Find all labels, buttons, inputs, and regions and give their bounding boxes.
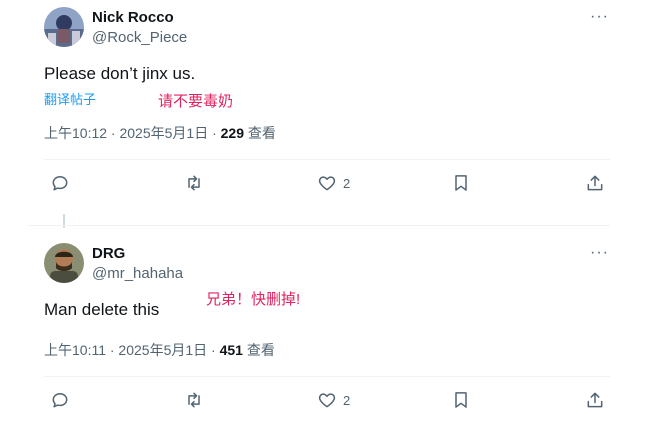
tweet-text: Man delete this xyxy=(44,300,160,319)
annotation-note: 兄弟！快删掉! xyxy=(206,291,301,308)
translate-link[interactable]: 翻译帖子 xyxy=(44,89,96,108)
bookmark-button[interactable] xyxy=(451,390,471,410)
retweet-icon xyxy=(188,392,200,408)
tweet-text: Please don’t jinx us. xyxy=(44,64,196,83)
author-name[interactable]: DRG xyxy=(92,245,125,262)
avatar[interactable] xyxy=(44,7,84,47)
tweet-meta: 上午10:11 · 2025年5月1日 · 451 查看 xyxy=(44,340,275,360)
author-handle[interactable]: @Rock_Piece xyxy=(92,29,187,46)
author-handle[interactable]: @mr_hahaha xyxy=(92,265,183,282)
author-name[interactable]: Nick Rocco xyxy=(92,9,174,26)
views-label: 查看 xyxy=(244,125,276,141)
like-button[interactable]: 2 xyxy=(317,173,350,193)
views-label: 查看 xyxy=(242,342,275,358)
retweet-button[interactable] xyxy=(184,390,204,410)
avatar[interactable] xyxy=(44,243,84,283)
reply-icon xyxy=(52,176,68,191)
annotation-note: 请不要毒奶 xyxy=(158,93,234,110)
share-button[interactable] xyxy=(585,173,605,193)
share-icon xyxy=(587,175,603,191)
like-button[interactable]: 2 xyxy=(317,390,350,410)
reply-button[interactable] xyxy=(50,173,70,193)
share-button[interactable] xyxy=(585,390,605,410)
view-count: 451 xyxy=(219,342,243,358)
like-icon xyxy=(318,393,336,408)
divider xyxy=(44,159,610,160)
bookmark-button[interactable] xyxy=(451,173,471,193)
share-icon xyxy=(587,392,603,408)
bookmark-icon xyxy=(455,392,467,408)
bookmark-icon xyxy=(455,175,467,191)
like-icon xyxy=(318,176,336,191)
timestamp[interactable]: 上午10:12 · 2025年5月1日 · xyxy=(44,125,221,141)
like-count: 2 xyxy=(343,175,351,191)
tweet-meta: 上午10:12 · 2025年5月1日 · 229 查看 xyxy=(44,123,276,143)
more-icon[interactable]: ··· xyxy=(590,245,609,261)
timestamp[interactable]: 上午10:11 · 2025年5月1日 · xyxy=(44,342,220,358)
like-count: 2 xyxy=(343,392,351,408)
retweet-icon xyxy=(188,175,200,191)
retweet-button[interactable] xyxy=(184,173,204,193)
reply-icon xyxy=(52,393,68,408)
divider xyxy=(28,225,610,226)
reply-button[interactable] xyxy=(50,390,70,410)
divider xyxy=(44,376,610,377)
more-icon[interactable]: ··· xyxy=(590,9,609,25)
view-count: 229 xyxy=(220,125,244,141)
